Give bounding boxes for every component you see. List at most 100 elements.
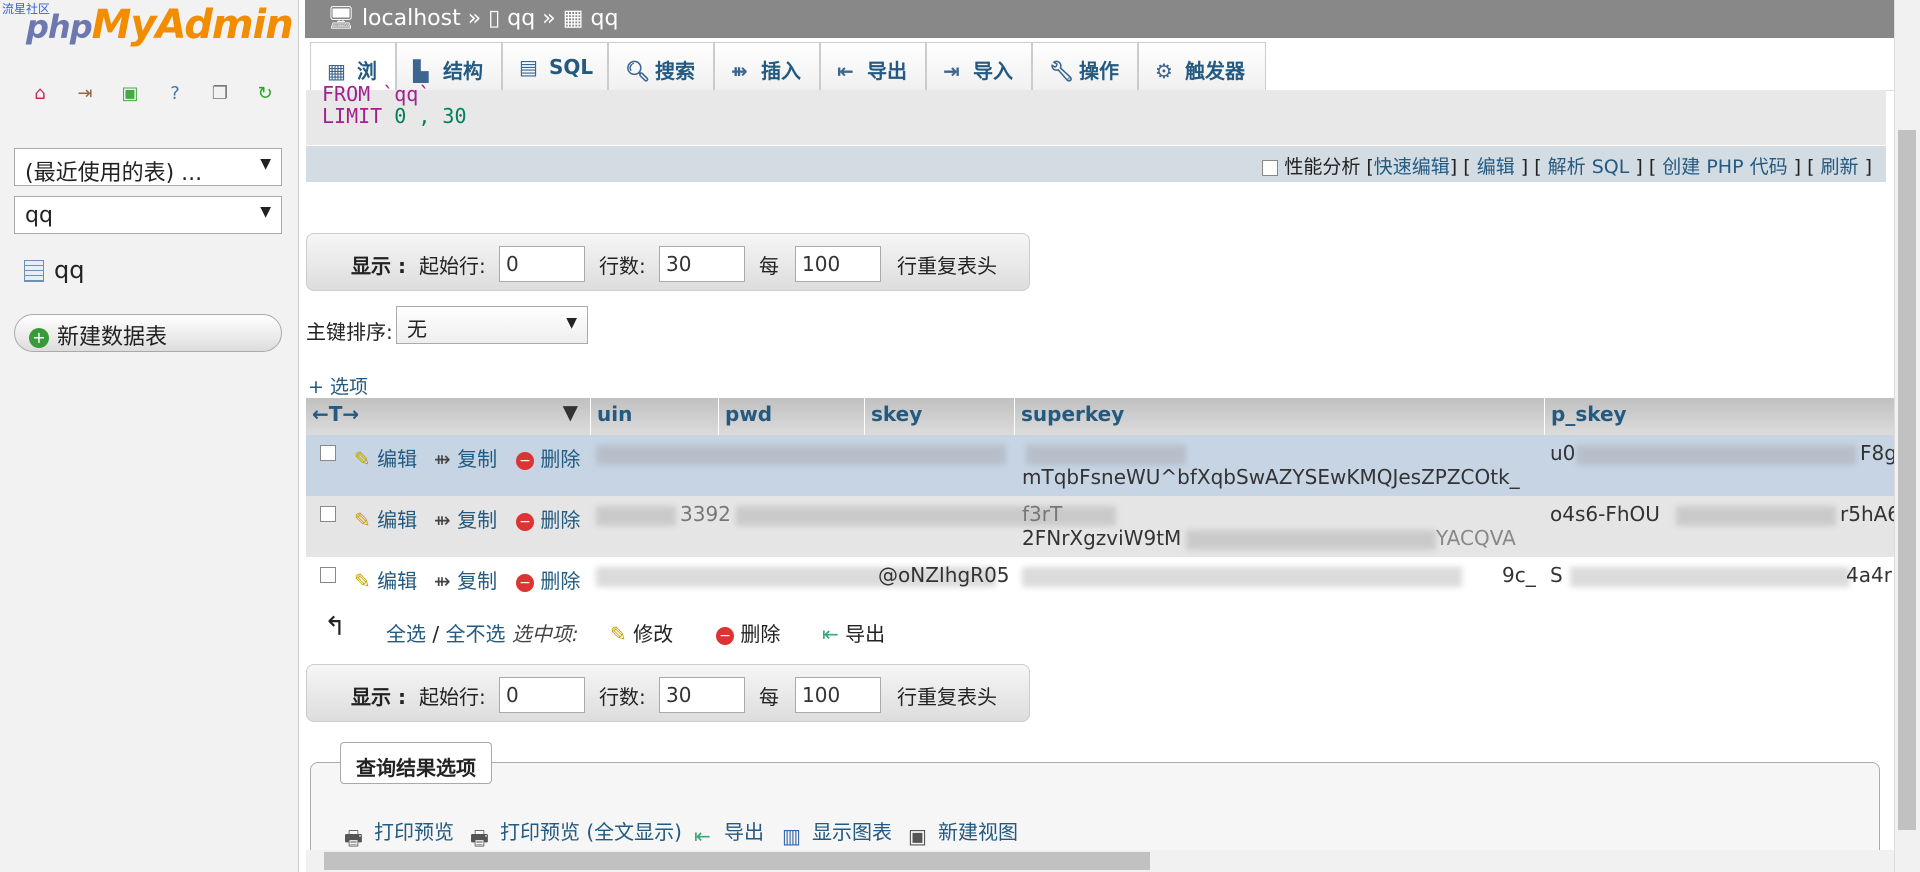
tab-operations[interactable]: 🔧︎ 操作 [1032, 42, 1138, 90]
pencil-icon: ✎ [354, 508, 371, 532]
column-header-superkey[interactable]: superkey [1014, 398, 1544, 435]
inline-edit-link[interactable]: 快速编辑 [1374, 156, 1450, 178]
row-checkbox[interactable] [320, 445, 336, 461]
redacted-cell [596, 445, 1006, 465]
column-header-pwd[interactable]: pwd [718, 398, 864, 435]
start-row-input[interactable]: 0 [499, 246, 585, 282]
sql-query-icon[interactable]: ▣ [118, 82, 142, 106]
print-view-full-link[interactable]: 🖶︎ 打印预览 (全文显示) [470, 816, 682, 850]
sql-line-from: FROM `qq` [322, 82, 431, 106]
tab-import[interactable]: ⇥ 导入 [926, 42, 1032, 90]
expand-columns-icon[interactable]: ←T→ [312, 402, 359, 426]
row-checkbox[interactable] [320, 567, 336, 583]
sort-by-key-select[interactable]: 无 ▼ [396, 306, 588, 344]
horizontal-scrollbar-thumb[interactable] [324, 852, 1150, 870]
create-php-link[interactable]: 创建 PHP 代码 [1662, 156, 1787, 178]
navigation-bar-bottom: 显示 : 起始行: 0 行数: 30 每 100 行重复表头 [306, 664, 1030, 722]
tab-insert[interactable]: ⇻ 插入 [714, 42, 820, 90]
tab-sql[interactable]: ▤ SQL [502, 42, 608, 90]
cell-p_skey-end: 4a4r [1846, 563, 1892, 587]
new-table-button[interactable]: + 新建数据表 [14, 314, 282, 352]
redacted-cell [1022, 567, 1462, 587]
delete-icon: − [716, 626, 734, 645]
row-delete-button[interactable]: − 删除 [516, 565, 580, 594]
options-toggle-link[interactable]: + 选项 [308, 372, 368, 399]
export-link[interactable]: ⇤ 导出 [694, 816, 764, 848]
delete-icon: − [516, 573, 534, 592]
plus-icon: + [29, 328, 49, 348]
chart-icon: ▥ [782, 823, 801, 848]
exit-icon[interactable]: ⇥ [73, 82, 97, 106]
tab-search[interactable]: 🔍︎ 搜索 [608, 42, 714, 90]
breadcrumb-table[interactable]: qq [590, 6, 618, 31]
bulk-change-button[interactable]: ✎ 修改 [610, 618, 673, 647]
column-header-uin[interactable]: uin [590, 398, 718, 435]
row-copy-button[interactable]: ⇻ 复制 [434, 565, 497, 594]
start-row-input[interactable]: 0 [499, 677, 585, 713]
cell-skey: @oNZIhgR05 [878, 563, 1010, 587]
cell-p_skey: o4s6-FhOU [1550, 502, 1660, 526]
cell-superkey: 2FNrXgzviW9tM [1022, 526, 1182, 550]
browse-icon: ▦ [327, 59, 346, 83]
chevron-down-icon: ▼ [260, 156, 271, 172]
row-edit-button[interactable]: ✎ 编辑 [354, 443, 417, 472]
import-icon: ⇥ [943, 59, 960, 83]
row-checkbox[interactable] [320, 506, 336, 522]
table-icon [24, 260, 44, 282]
cell-superkey: mTqbFsneWU^bfXqbSwAZYSEwKMQJesZPZCOtk_ [1022, 465, 1520, 489]
bulk-delete-button[interactable]: − 删除 [716, 618, 780, 647]
profiling-checkbox[interactable] [1262, 159, 1279, 176]
uncheck-all-link[interactable]: 全不选 [445, 622, 505, 646]
recent-tables-select[interactable]: (最近使用的表) ... ▼ [14, 148, 282, 186]
row-edit-button[interactable]: ✎ 编辑 [354, 504, 417, 533]
repeat-headers-input[interactable]: 100 [795, 677, 881, 713]
home-icon[interactable]: ⌂ [28, 82, 52, 106]
chevron-down-icon: ▼ [566, 315, 577, 331]
redacted-cell [1026, 445, 1186, 465]
delete-icon: − [516, 512, 534, 531]
column-resize-handle[interactable]: ←T→ ▼ [306, 398, 590, 435]
redacted-cell [1570, 567, 1850, 587]
print-view-link[interactable]: 🖶︎ 打印预览 [344, 816, 454, 850]
explain-sql-link[interactable]: 解析 SQL [1548, 156, 1630, 178]
display-chart-link[interactable]: ▥ 显示图表 [782, 816, 892, 848]
database-select[interactable]: qq ▼ [14, 196, 282, 234]
bulk-export-button[interactable]: ⇤ 导出 [822, 618, 885, 647]
structure-icon: ▙ [413, 59, 429, 83]
breadcrumb-database[interactable]: qq [507, 6, 535, 31]
create-view-link[interactable]: ▣ 新建视图 [908, 816, 1018, 848]
tab-export[interactable]: ⇤ 导出 [820, 42, 926, 90]
row-delete-button[interactable]: − 删除 [516, 443, 580, 472]
help-icon[interactable]: ? [163, 82, 187, 106]
rows-count-input[interactable]: 30 [659, 246, 745, 282]
tab-triggers[interactable]: ⚙ 触发器 [1138, 42, 1266, 90]
view-icon: ▣ [908, 823, 927, 848]
edit-query-link[interactable]: 编辑 [1477, 156, 1515, 178]
cell-p_skey-end: F8g [1860, 441, 1894, 465]
rows-count-input[interactable]: 30 [659, 677, 745, 713]
sidebar-item-table-qq[interactable]: qq [24, 256, 84, 284]
delete-icon: − [516, 451, 534, 470]
redacted-cell [1676, 506, 1836, 526]
table-row: ✎ 编辑 ⇻ 复制 − 删除 mTqbFsneWU^bfXqbSwAZYSEwK… [306, 435, 1894, 496]
refresh-link[interactable]: 刷新 [1821, 156, 1859, 178]
cell-superkey: 9c_ [1502, 563, 1536, 587]
column-header-skey[interactable]: skey [864, 398, 1014, 435]
redacted-cell [1186, 530, 1436, 550]
reload-icon[interactable]: ↻ [253, 82, 277, 106]
sort-down-icon[interactable]: ▼ [563, 400, 578, 424]
row-delete-button[interactable]: − 删除 [516, 504, 580, 533]
vertical-scrollbar-thumb[interactable] [1898, 130, 1916, 830]
repeat-headers-input[interactable]: 100 [795, 246, 881, 282]
row-copy-button[interactable]: ⇻ 复制 [434, 504, 497, 533]
navigation-sidebar: 流星社区 phpMyAdmin ⌂ ⇥ ▣? ❐ ↻ (最近使用的表) ... ▼ qq ▼… [0, 0, 299, 872]
breadcrumb-server[interactable]: localhost [362, 6, 461, 31]
check-all-link[interactable]: 全选 [386, 622, 426, 646]
row-edit-button[interactable]: ✎ 编辑 [354, 565, 417, 594]
column-header-p_skey[interactable]: p_skey [1544, 398, 1894, 435]
phpmyadmin-logo[interactable]: phpMyAdmin [26, 2, 294, 48]
row-copy-button[interactable]: ⇻ 复制 [434, 443, 497, 472]
bulk-actions: 全选 / 全不选 选中项: [386, 622, 579, 646]
docs-icon[interactable]: ❐ [208, 82, 232, 106]
copy-icon: ⇻ [434, 508, 451, 532]
